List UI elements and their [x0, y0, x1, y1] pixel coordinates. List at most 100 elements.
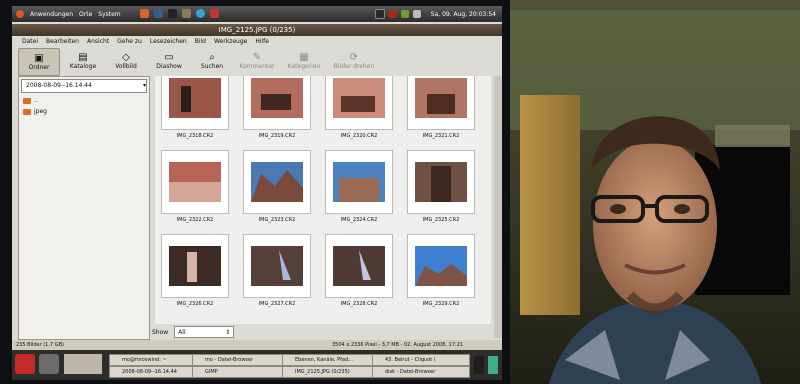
- folder-icon: [23, 108, 31, 115]
- menu-view[interactable]: Ansicht: [87, 37, 109, 47]
- task-file-browser[interactable]: mo - Datei-Browser: [192, 354, 290, 366]
- folder-icon: ▣: [34, 53, 44, 64]
- menu-file[interactable]: Datei: [22, 37, 38, 47]
- catalog-icon: ▤: [78, 52, 88, 63]
- menu-tools[interactable]: Werkzeuge: [214, 37, 247, 47]
- thumbnail-item[interactable]: IMG_2322.CR2: [157, 150, 233, 234]
- comment-icon: ✎: [252, 52, 262, 63]
- thumbnail-image: [407, 150, 475, 214]
- thumbnail-gallery: IMG_2318.CR2 IMG_2319.CR2 IMG_2320.CR2 I…: [155, 76, 491, 324]
- thumbnail-item[interactable]: IMG_2326.CR2: [157, 234, 233, 318]
- chevron-down-icon: ▾: [142, 82, 146, 89]
- status-right: 3504 x 2336 Pixel - 3,7 MB - 02. August …: [332, 342, 463, 348]
- workspace-icon[interactable]: [64, 354, 102, 374]
- fullscreen-button[interactable]: ◇ Vollbild: [106, 48, 146, 74]
- menu-bar: Datei Bearbeiten Ansicht Gehe zu Lesezei…: [12, 37, 502, 47]
- thumbnail-image: [243, 234, 311, 298]
- skype-icon[interactable]: [196, 9, 205, 18]
- scrollbar[interactable]: [494, 76, 502, 338]
- menu-go[interactable]: Gehe zu: [117, 37, 142, 47]
- thumbnail-grid: IMG_2318.CR2 IMG_2319.CR2 IMG_2320.CR2 I…: [157, 76, 479, 318]
- tree-item-jpeg[interactable]: jpeg: [19, 106, 149, 117]
- search-icon: ⌕: [209, 52, 215, 63]
- thumbnail-image: [407, 76, 475, 130]
- thumbnail-item[interactable]: IMG_2318.CR2: [157, 76, 233, 150]
- menu-places[interactable]: Orte: [79, 11, 92, 18]
- thumbnail-image: [325, 234, 393, 298]
- task-image-viewer[interactable]: IMG_2125.JPG (0/235): [282, 366, 380, 378]
- network-icon[interactable]: [374, 9, 385, 19]
- thumbnail-image: [161, 234, 229, 298]
- slideshow-icon: ▭: [164, 52, 174, 63]
- rotate-button[interactable]: ⟳ Bilder drehen: [329, 48, 379, 74]
- fullscreen-icon: ◇: [122, 52, 130, 63]
- system-tray: Sa, 09. Aug, 20:03:54: [374, 9, 496, 19]
- menu-edit[interactable]: Bearbeiten: [46, 37, 79, 47]
- folders-button[interactable]: ▣ Ordner: [18, 48, 60, 76]
- menu-system[interactable]: System: [98, 11, 120, 18]
- task-music[interactable]: 43. Beirut - Cliquot (: [372, 354, 470, 366]
- app-icon[interactable]: [210, 9, 219, 18]
- thumbnail-image: [243, 150, 311, 214]
- search-button[interactable]: ⌕ Suchen: [192, 48, 232, 74]
- thumbnail-image: [243, 76, 311, 130]
- slideshow-button[interactable]: ▭ Diashow: [149, 48, 189, 74]
- menu-applications[interactable]: Anwendungen: [30, 11, 73, 18]
- thumbnail-item[interactable]: IMG_2321.CR2: [403, 76, 479, 150]
- sidebar: 2008-08-09--16.14.44 ▾ .. jpeg: [18, 76, 150, 340]
- battery-icon[interactable]: [400, 10, 409, 18]
- thumbnail-item[interactable]: IMG_2325.CR2: [403, 150, 479, 234]
- task-terminal[interactable]: mo@rincewind: ~: [109, 354, 199, 366]
- launcher-icons: [140, 9, 219, 18]
- thumbnail-item[interactable]: IMG_2328.CR2: [321, 234, 397, 318]
- webcam-photo: [510, 0, 800, 384]
- show-select[interactable]: All ⇕: [174, 326, 235, 338]
- monitor-screen: Anwendungen Orte System Sa, 09. Aug, 20:…: [12, 6, 502, 380]
- thumbnail-item[interactable]: IMG_2324.CR2: [321, 150, 397, 234]
- thumbnail-item[interactable]: IMG_2319.CR2: [239, 76, 315, 150]
- power-button[interactable]: [15, 354, 35, 374]
- categories-icon: ▦: [299, 52, 309, 63]
- thumbnail-image: [407, 234, 475, 298]
- monitor-photo: Anwendungen Orte System Sa, 09. Aug, 20:…: [0, 0, 510, 384]
- path-value: 2008-08-09--16.14.44: [26, 82, 92, 89]
- categories-button[interactable]: ▦ Kategorien: [282, 48, 326, 74]
- window-title[interactable]: IMG_2125.JPG (0/235): [12, 24, 502, 36]
- thumbnail-item[interactable]: IMG_2320.CR2: [321, 76, 397, 150]
- trash-icon[interactable]: [474, 356, 484, 374]
- thumbnail-item[interactable]: IMG_2323.CR2: [239, 150, 315, 234]
- firefox-icon[interactable]: [140, 9, 149, 18]
- workspace-switcher[interactable]: [488, 356, 498, 374]
- status-bar: 235 Bilder (1,7 GB) 3504 x 2336 Pixel - …: [12, 340, 502, 350]
- thumbnail-image: [325, 150, 393, 214]
- task-gimp[interactable]: GIMP: [192, 366, 290, 378]
- task-disk-browser[interactable]: disk - Datei-Browser: [372, 366, 470, 378]
- thumbnail-image: [161, 150, 229, 214]
- toolbar: ▣ Ordner ▤ Kataloge ◇ Vollbild ▭ Diashow ⌕ Su…: [12, 48, 502, 76]
- task-layers[interactable]: Ebenen, Kanäle, Pfad...: [282, 354, 380, 366]
- thumbnail-item[interactable]: IMG_2327.CR2: [239, 234, 315, 318]
- status-left: 235 Bilder (1,7 GB): [16, 342, 64, 348]
- task-folder[interactable]: 2008-08-09--16.14.44: [109, 366, 199, 378]
- thumbnail-image: [161, 76, 229, 130]
- show-filter: Show All ⇕: [152, 326, 235, 338]
- menu-image[interactable]: Bild: [195, 37, 206, 47]
- thumbnail-image: [325, 76, 393, 130]
- show-desktop-icon[interactable]: [39, 354, 59, 374]
- thumbnail-item[interactable]: IMG_2329.CR2: [403, 234, 479, 318]
- chevron-down-icon: ⇕: [225, 328, 231, 336]
- clock[interactable]: Sa, 09. Aug, 20:03:54: [431, 11, 496, 18]
- path-selector[interactable]: 2008-08-09--16.14.44 ▾: [21, 79, 147, 93]
- menu-bookmarks[interactable]: Lesezeichen: [150, 37, 187, 47]
- menu-help[interactable]: Hilfe: [255, 37, 269, 47]
- ubuntu-logo-icon[interactable]: [16, 10, 24, 18]
- gimp-icon[interactable]: [182, 9, 191, 18]
- terminal-icon[interactable]: [168, 9, 177, 18]
- thunderbird-icon[interactable]: [154, 9, 163, 18]
- show-label: Show: [152, 328, 169, 336]
- volume-icon[interactable]: [412, 10, 421, 18]
- update-icon[interactable]: [388, 10, 397, 18]
- tree-item-parent[interactable]: ..: [19, 95, 149, 106]
- comment-button[interactable]: ✎ Kommentar: [235, 48, 279, 74]
- catalogs-button[interactable]: ▤ Kataloge: [63, 48, 103, 74]
